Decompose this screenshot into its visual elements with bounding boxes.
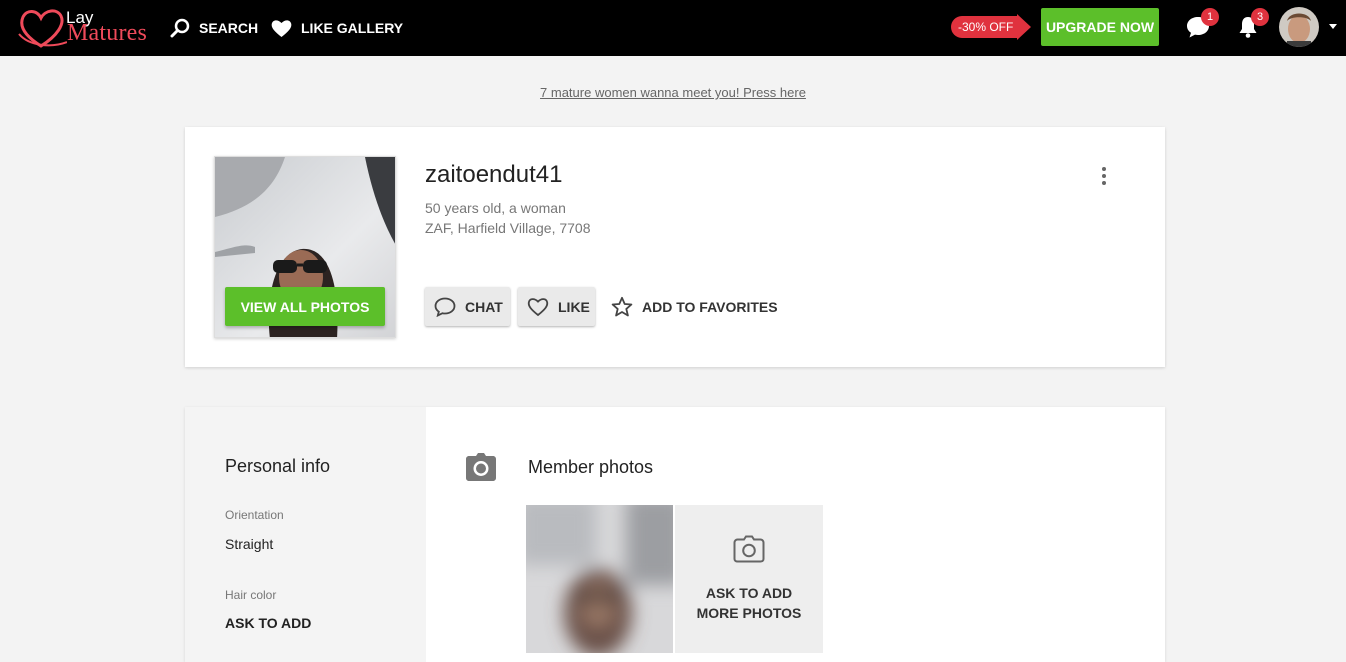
heart-outline-icon bbox=[527, 297, 549, 316]
add-to-favorites-button[interactable]: ADD TO FAVORITES bbox=[611, 287, 778, 326]
discount-arrow bbox=[1017, 14, 1032, 40]
top-navigation-bar: Lay Matures SEARCH LIKE GALLERY -30% OFF… bbox=[0, 0, 1346, 56]
profile-main-photo[interactable]: VIEW ALL PHOTOS bbox=[214, 156, 396, 338]
ask-more-photos-label: ASK TO ADD MORE PHOTOS bbox=[696, 585, 802, 621]
add-to-favorites-label: ADD TO FAVORITES bbox=[642, 298, 778, 315]
like-button[interactable]: LIKE bbox=[518, 287, 595, 326]
discount-badge-label: -30% OFF bbox=[951, 16, 1018, 38]
chat-button[interactable]: CHAT bbox=[425, 287, 510, 326]
notifications-count-badge: 3 bbox=[1251, 8, 1269, 26]
hair-color-ask-button[interactable]: ASK TO ADD bbox=[225, 615, 311, 631]
nav-like-gallery-label: LIKE GALLERY bbox=[301, 20, 404, 36]
hair-color-label: Hair color bbox=[225, 588, 277, 602]
nav-search-link[interactable]: SEARCH bbox=[170, 0, 258, 56]
heart-logo-icon bbox=[18, 9, 67, 48]
view-all-photos-button[interactable]: VIEW ALL PHOTOS bbox=[225, 287, 385, 326]
profile-username: zaitoendut41 bbox=[425, 161, 563, 188]
discount-badge[interactable]: -30% OFF bbox=[951, 14, 1032, 40]
camera-outline-icon bbox=[733, 535, 765, 563]
user-avatar-image bbox=[1279, 7, 1319, 47]
camera-icon bbox=[466, 453, 496, 481]
chat-button-label: CHAT bbox=[465, 298, 503, 315]
orientation-value: Straight bbox=[225, 536, 274, 552]
more-options-icon[interactable] bbox=[1095, 165, 1113, 189]
logo-text-bottom: Matures bbox=[67, 20, 148, 46]
profile-card: VIEW ALL PHOTOS zaitoendut41 50 years ol… bbox=[185, 127, 1165, 367]
member-photo-thumbnail[interactable] bbox=[526, 505, 673, 653]
matches-promo-link[interactable]: 7 mature women wanna meet you! Press her… bbox=[0, 85, 1346, 100]
nav-like-gallery-link[interactable]: LIKE GALLERY bbox=[271, 0, 403, 56]
member-photo-blurred-image bbox=[526, 505, 673, 653]
notifications-button[interactable]: 3 bbox=[1235, 8, 1269, 44]
ask-more-photos-button[interactable]: ASK TO ADD MORE PHOTOS bbox=[675, 505, 823, 653]
chat-outline-icon bbox=[434, 297, 456, 317]
messages-count-badge: 1 bbox=[1201, 8, 1219, 26]
site-logo[interactable]: Lay Matures bbox=[17, 6, 147, 50]
upgrade-now-button[interactable]: UPGRADE NOW bbox=[1041, 8, 1159, 46]
profile-details-section: Personal info Orientation Straight Hair … bbox=[185, 407, 1165, 662]
heart-icon bbox=[271, 19, 292, 37]
profile-age-gender: 50 years old, a woman bbox=[425, 200, 566, 216]
caret-down-icon[interactable] bbox=[1329, 24, 1337, 29]
personal-info-panel: Personal info Orientation Straight Hair … bbox=[185, 407, 426, 662]
user-avatar[interactable] bbox=[1279, 7, 1319, 47]
messages-button[interactable]: 1 bbox=[1185, 8, 1219, 44]
orientation-label: Orientation bbox=[225, 508, 284, 522]
personal-info-title: Personal info bbox=[225, 456, 331, 476]
star-outline-icon bbox=[611, 296, 633, 316]
search-icon bbox=[170, 18, 190, 38]
nav-search-label: SEARCH bbox=[199, 20, 259, 36]
member-photos-title: Member photos bbox=[528, 457, 654, 477]
profile-location: ZAF, Harfield Village, 7708 bbox=[425, 220, 591, 236]
like-button-label: LIKE bbox=[558, 298, 590, 315]
